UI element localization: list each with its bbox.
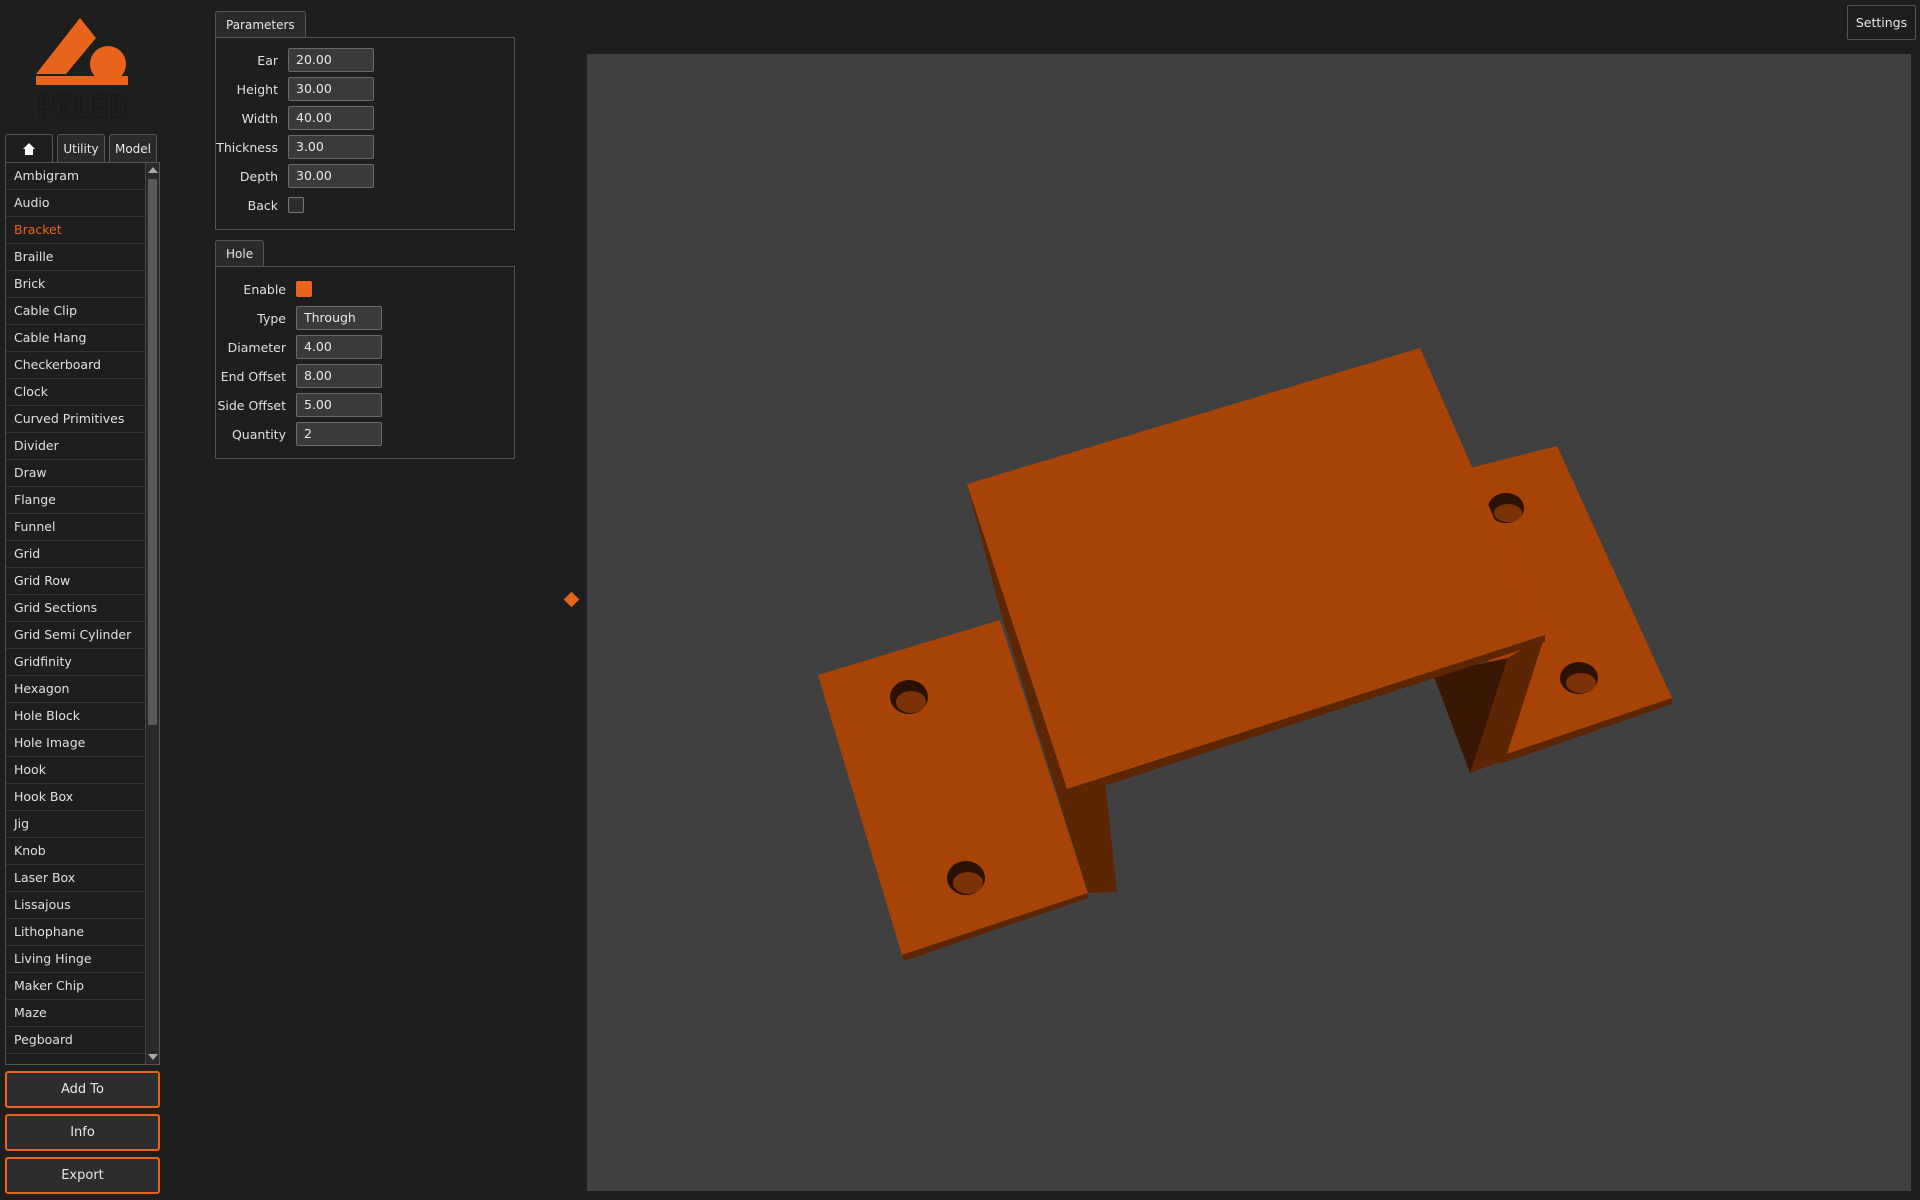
model-list[interactable]: Ambigram Audio Bracket Braille Brick Cable Cl… [6,163,146,1064]
tab-utility[interactable]: Utility [57,134,105,162]
list-item[interactable]: Pegboard [6,1027,146,1054]
hole-group: Enable Type Through Diameter 4.00 End Of… [215,266,515,459]
end-offset-row: End Offset 8.00 [216,364,382,388]
home-icon [23,142,35,155]
list-item[interactable]: Grid Sections [6,595,146,622]
add-to-button[interactable]: Add To [5,1071,160,1108]
hole-group-tab[interactable]: Hole [215,240,265,266]
bracket-model [818,348,1672,961]
end-offset-label: End Offset [220,368,286,384]
side-offset-label: Side Offset [217,397,286,413]
list-item[interactable]: Flange [6,487,146,514]
height-label: Height [236,81,278,97]
quantity-input[interactable]: 2 [296,422,382,446]
ear-input[interactable]: 20.00 [288,48,374,72]
ear-label: Ear [257,52,278,68]
height-row: Height 30.00 [216,77,374,101]
3d-viewport[interactable] [587,54,1911,1191]
end-offset-input[interactable]: 8.00 [296,364,382,388]
list-item[interactable]: Bracket [6,217,146,244]
info-button[interactable]: Info [5,1114,160,1151]
list-item[interactable]: Hole Image [6,730,146,757]
side-offset-input[interactable]: 5.00 [296,393,382,417]
width-input[interactable]: 40.00 [288,106,374,130]
thickness-label: Thickness [216,139,278,155]
model-list-panel: Ambigram Audio Bracket Braille Brick Cable Cl… [5,162,160,1065]
list-item[interactable]: Audio [6,190,146,217]
model-list-scrollbar[interactable] [145,163,159,1064]
tab-home[interactable] [5,134,53,162]
list-item[interactable]: Grid Semi Cylinder [6,622,146,649]
list-item[interactable]: Hook [6,757,146,784]
list-item[interactable]: Knob [6,838,146,865]
list-item[interactable]: Clock [6,379,146,406]
ear-row: Ear 20.00 [216,48,374,72]
parameters-group: Ear 20.00 Height 30.00 Width 40.00 Thick… [215,37,515,230]
scroll-up-icon[interactable] [148,167,158,173]
list-item[interactable]: Ambigram [6,163,146,190]
list-item[interactable]: Grid [6,541,146,568]
splitter-handle-icon[interactable] [563,591,580,608]
scroll-down-icon[interactable] [148,1054,158,1060]
diameter-row: Diameter 4.00 [216,335,382,359]
list-item[interactable]: Curved Primitives [6,406,146,433]
list-item[interactable]: Gridfinity [6,649,146,676]
list-item[interactable]: Brick [6,271,146,298]
list-item[interactable]: Cable Clip [6,298,146,325]
app-window: PILED Utility Model Ambigram Audio Bracket… [0,0,1920,1200]
type-select[interactable]: Through [296,306,382,330]
list-item[interactable]: Hole Block [6,703,146,730]
width-row: Width 40.00 [216,106,374,130]
type-label: Type [257,310,286,326]
category-tabs: Utility Model [5,134,157,162]
depth-row: Depth 30.00 [216,164,374,188]
list-item[interactable]: Draw [6,460,146,487]
list-item[interactable]: Jig [6,811,146,838]
diameter-label: Diameter [227,339,286,355]
list-item[interactable]: Funnel [6,514,146,541]
export-button[interactable]: Export [5,1157,160,1194]
list-item[interactable]: Hook Box [6,784,146,811]
list-item[interactable]: Grid Row [6,568,146,595]
list-item[interactable]: Maze [6,1000,146,1027]
settings-button[interactable]: Settings [1847,5,1916,40]
depth-input[interactable]: 30.00 [288,164,374,188]
diameter-input[interactable]: 4.00 [296,335,382,359]
quantity-label: Quantity [231,426,286,442]
enable-checkbox[interactable] [296,281,312,297]
back-row: Back [216,193,304,217]
depth-label: Depth [239,168,278,184]
list-item[interactable]: Hexagon [6,676,146,703]
enable-row: Enable [216,277,312,301]
list-item[interactable]: Laser Box [6,865,146,892]
quantity-row: Quantity 2 [216,422,382,446]
list-item[interactable]: Maker Chip [6,973,146,1000]
list-item[interactable]: Braille [6,244,146,271]
side-offset-row: Side Offset 5.00 [216,393,382,417]
width-label: Width [241,110,278,126]
back-checkbox[interactable] [288,197,304,213]
list-item[interactable]: Cable Hang [6,325,146,352]
piled-logo: PILED [36,18,128,120]
type-row: Type Through [216,306,382,330]
parameters-group-tab[interactable]: Parameters [215,11,306,37]
enable-label: Enable [243,281,286,297]
thickness-row: Thickness 3.00 [216,135,374,159]
list-item[interactable]: Lithophane [6,919,146,946]
tab-model[interactable]: Model [109,134,157,162]
list-item[interactable]: Lissajous [6,892,146,919]
thickness-input[interactable]: 3.00 [288,135,374,159]
height-input[interactable]: 30.00 [288,77,374,101]
list-item[interactable]: Checkerboard [6,352,146,379]
scrollbar-thumb[interactable] [148,179,157,725]
back-label: Back [247,197,278,213]
list-item[interactable]: Living Hinge [6,946,146,973]
list-item[interactable]: Divider [6,433,146,460]
logo-text: PILED [37,90,127,120]
